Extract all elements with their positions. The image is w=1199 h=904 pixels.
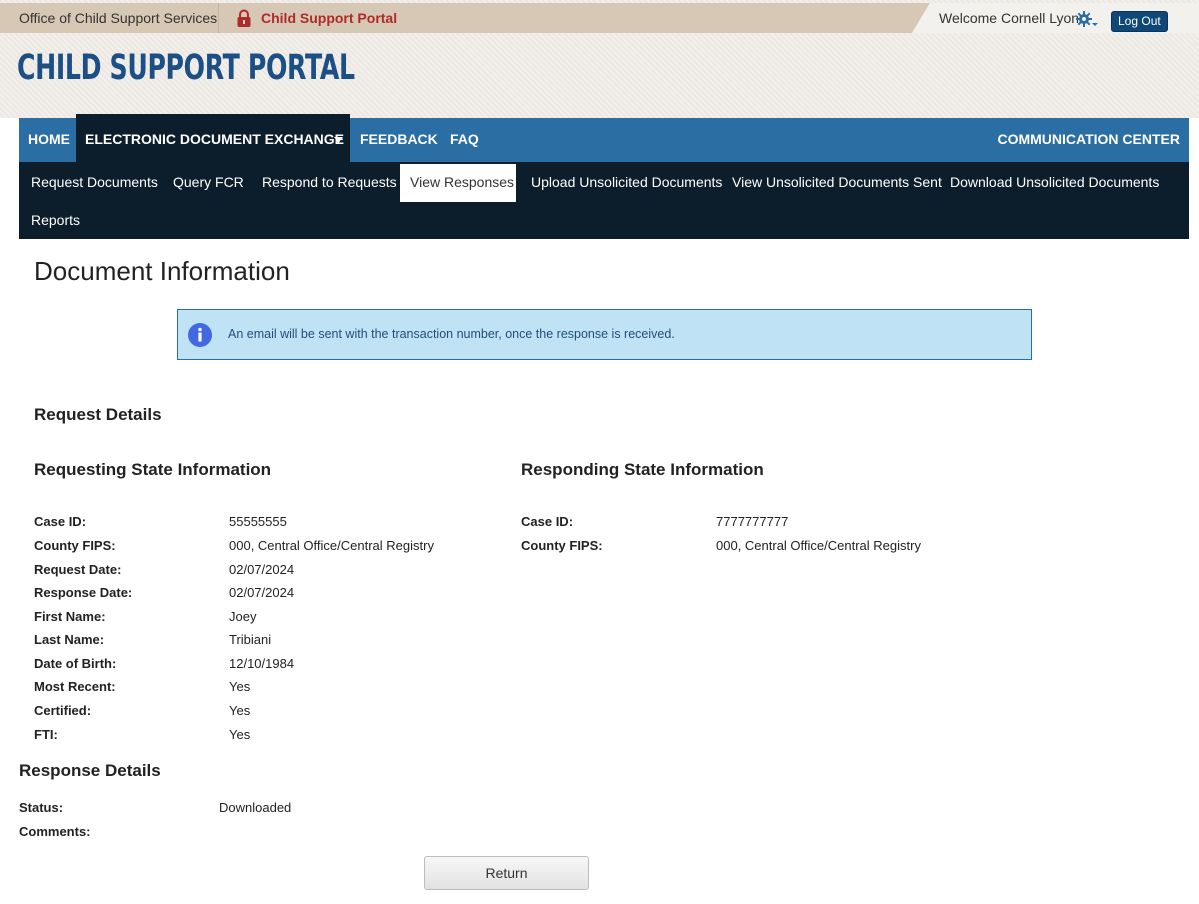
subnav-respond-to-requests[interactable]: Respond to Requests [262, 174, 397, 190]
portal-link[interactable]: Child Support Portal [261, 10, 397, 26]
subnav-download-unsolicited-documents[interactable]: Download Unsolicited Documents [950, 174, 1159, 190]
field-label: FTI: [34, 727, 58, 742]
logout-button[interactable]: Log Out [1111, 11, 1168, 32]
subnav-request-documents[interactable]: Request Documents [31, 174, 158, 190]
nav-home[interactable]: HOME [28, 118, 70, 162]
subnav-upload-unsolicited-documents[interactable]: Upload Unsolicited Documents [531, 174, 722, 190]
field-value: 7777777777 [716, 514, 789, 529]
alert-message: An email will be sent with the transacti… [228, 327, 675, 341]
request-details-heading: Request Details [34, 405, 162, 424]
portal-title: Child Support Portal [17, 48, 355, 88]
chevron-down-icon [334, 137, 343, 143]
main-nav: HOME ELECTRONIC DOCUMENT EXCHANGE FEEDBA… [19, 114, 1189, 162]
field-value: 000, Central Office/Central Registry [716, 538, 921, 553]
topbar-divider [218, 3, 219, 33]
subnav-view-unsolicited-documents-sent[interactable]: View Unsolicited Documents Sent [732, 174, 942, 190]
nav-communication-center[interactable]: COMMUNICATION CENTER [997, 118, 1180, 162]
return-button[interactable]: Return [424, 856, 589, 890]
response-details-heading: Response Details [19, 761, 161, 780]
field-label: First Name: [34, 609, 106, 624]
field-label: Case ID: [34, 514, 87, 529]
requesting-state-heading: Requesting State Information [34, 460, 272, 479]
page-title: Document Information [34, 256, 290, 286]
field-value: 000, Central Office/Central Registry [229, 538, 434, 553]
field-label: Most Recent: [34, 679, 116, 694]
field-label: Case ID: [521, 514, 574, 529]
nav-feedback[interactable]: FEEDBACK [360, 118, 438, 162]
field-label: County FIPS: [521, 538, 603, 553]
subnav-reports[interactable]: Reports [31, 212, 80, 228]
field-label: County FIPS: [34, 538, 116, 553]
welcome-user-text: Welcome Cornell Lyon [939, 10, 1080, 26]
sub-nav: Request Documents Query FCR Respond to R… [19, 162, 1189, 239]
nav-electronic-document-exchange[interactable]: ELECTRONIC DOCUMENT EXCHANGE [85, 118, 344, 162]
field-value: 55555555 [229, 514, 287, 529]
agency-link[interactable]: Office of Child Support Services [19, 10, 217, 26]
top-utility-bar: Office of Child Support Services Child S… [0, 3, 1199, 33]
field-value: 02/07/2024 [229, 585, 295, 600]
info-icon [188, 323, 212, 347]
field-value: 12/10/1984 [229, 656, 295, 671]
field-label: Request Date: [34, 562, 122, 577]
field-value: Yes [229, 727, 251, 742]
responding-state-heading: Responding State Information [521, 460, 764, 479]
field-label: Response Date: [34, 585, 133, 600]
field-label: Comments: [19, 824, 91, 839]
nav-faq[interactable]: FAQ [450, 118, 479, 162]
field-value: Joey [229, 609, 257, 624]
field-value: Yes [229, 679, 251, 694]
lock-icon [237, 9, 251, 27]
field-value: Downloaded [219, 800, 292, 815]
field-value: Tribiani [229, 632, 272, 647]
field-value: Yes [229, 703, 251, 718]
field-label: Date of Birth: [34, 656, 117, 671]
field-label: Certified: [34, 703, 92, 718]
subnav-query-fcr[interactable]: Query FCR [173, 174, 244, 190]
gear-icon[interactable] [1076, 11, 1098, 29]
subnav-view-responses[interactable]: View Responses [410, 174, 514, 190]
field-label: Last Name: [34, 632, 105, 647]
field-label: Status: [19, 800, 64, 815]
field-value: 02/07/2024 [229, 562, 295, 577]
info-alert: An email will be sent with the transacti… [177, 309, 1032, 360]
